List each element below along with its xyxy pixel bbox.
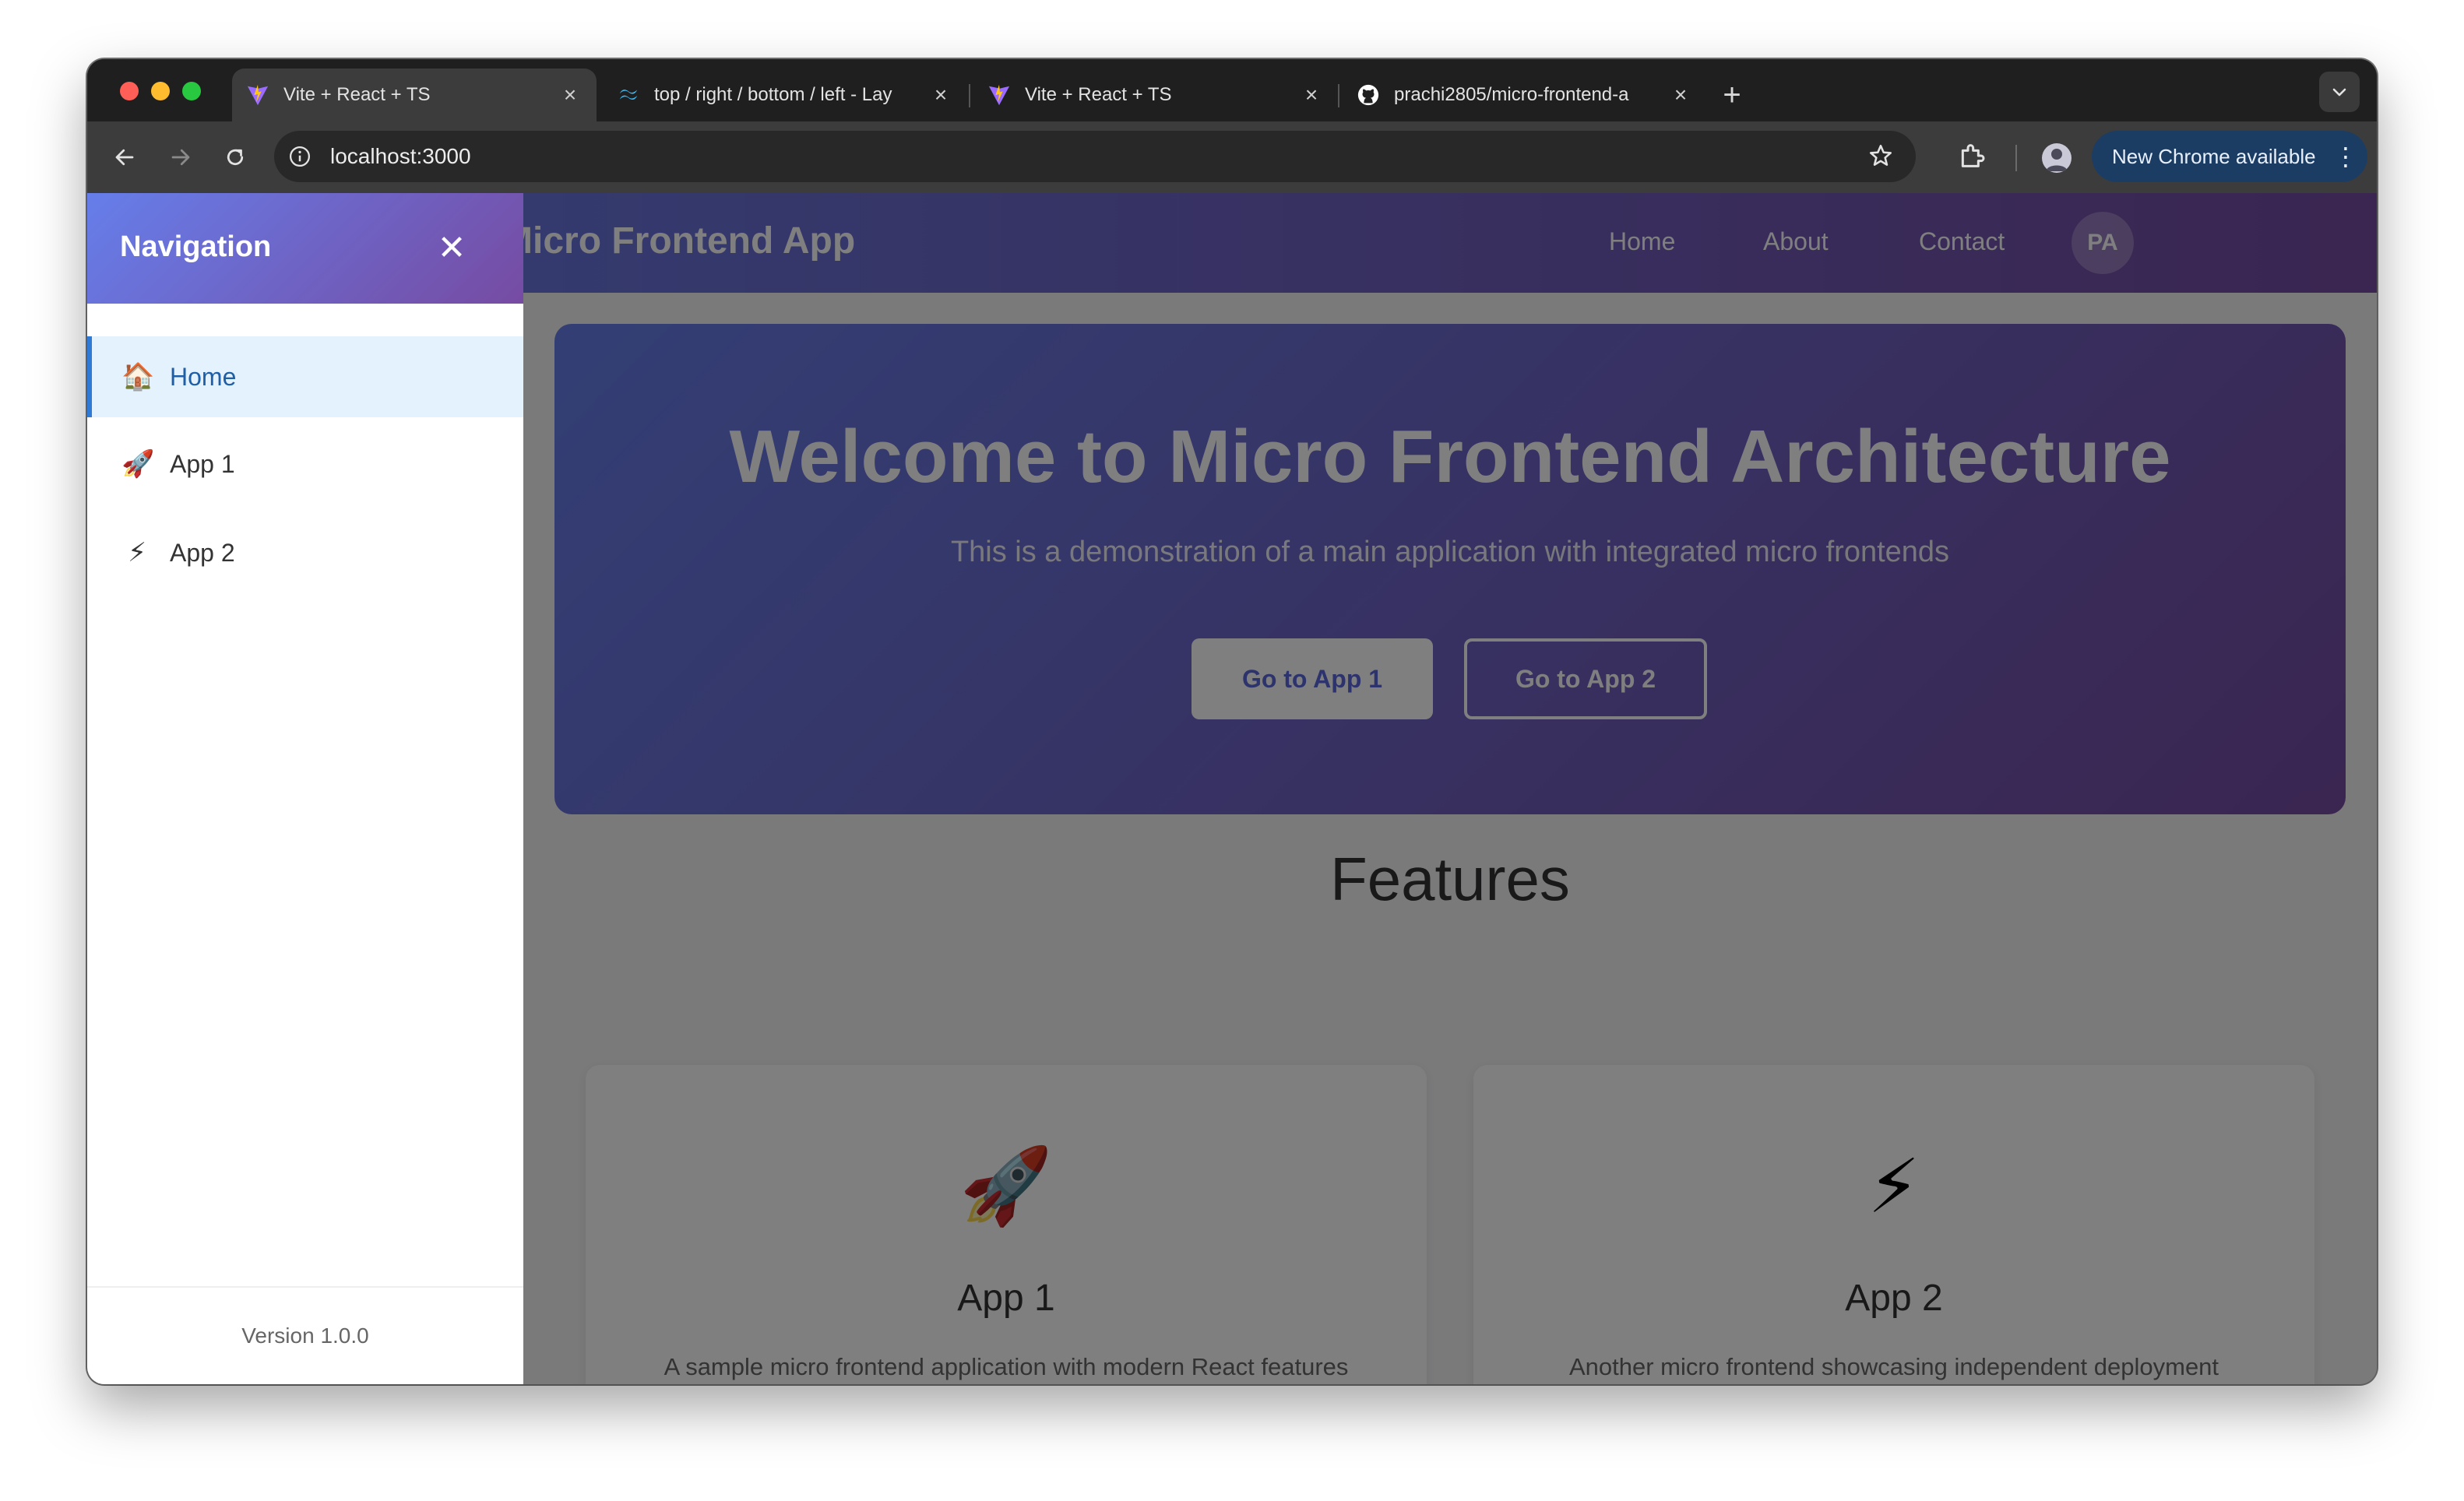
browser-toolbar: localhost:3000 New Chrome available ⋮: [87, 121, 2377, 193]
tab-close-button[interactable]: ×: [554, 83, 586, 107]
tab-close-button[interactable]: ×: [1296, 83, 1327, 107]
house-icon: 🏠: [121, 362, 155, 392]
drawer-header: Navigation ✕: [87, 193, 523, 304]
window-minimize-button[interactable]: [151, 82, 170, 100]
drawer-title: Navigation: [120, 230, 272, 263]
drawer-item-home[interactable]: 🏠 Home: [87, 336, 523, 417]
back-button[interactable]: [104, 137, 145, 178]
tab-search-button[interactable]: [2319, 72, 2360, 112]
github-icon: [1357, 83, 1380, 107]
drawer-item-label: App 1: [170, 449, 235, 478]
extensions-puzzle-icon[interactable]: [1956, 140, 1987, 175]
tab-title: Vite + React + TS: [283, 84, 431, 105]
forward-button[interactable]: [160, 137, 201, 178]
update-label: New Chrome available: [2112, 144, 2316, 168]
window-maximize-button[interactable]: [182, 82, 201, 100]
drawer-item-label: Home: [170, 362, 237, 391]
tab-title: prachi2805/micro-frontend-a: [1394, 84, 1629, 105]
tailwind-icon: [617, 83, 640, 107]
tab-vite-1[interactable]: Vite + React + TS ×: [232, 69, 597, 121]
rocket-icon: 🚀: [121, 449, 155, 479]
new-tab-button[interactable]: +: [1716, 76, 1748, 114]
profile-avatar[interactable]: [2042, 143, 2072, 173]
tab-close-button[interactable]: ×: [925, 83, 956, 107]
bookmark-star-icon[interactable]: [1867, 142, 1894, 173]
back-arrow-icon: [115, 149, 134, 166]
tab-close-button[interactable]: ×: [1665, 83, 1696, 107]
browser-window: Vite + React + TS × top / right / bottom…: [87, 59, 2377, 1384]
toolbar-divider: [2015, 145, 2017, 171]
site-info-icon[interactable]: [287, 143, 313, 170]
tab-title: Vite + React + TS: [1025, 84, 1172, 105]
navigation-drawer: Navigation ✕ 🏠 Home 🚀 App 1 ⚡ App 2 Vers…: [87, 193, 523, 1384]
tab-title: top / right / bottom / left - Lay: [654, 84, 892, 105]
vite-icon: [246, 83, 269, 107]
address-bar[interactable]: localhost:3000: [274, 131, 1916, 182]
drawer-item-label: App 2: [170, 538, 235, 567]
page-viewport: Micro Frontend App Home About Contact PA…: [87, 193, 2377, 1384]
more-menu-icon[interactable]: ⋮: [2333, 142, 2358, 171]
drawer-version: Version 1.0.0: [87, 1286, 523, 1384]
tab-tailwind[interactable]: top / right / bottom / left - Lay ×: [603, 69, 967, 121]
tab-github[interactable]: prachi2805/micro-frontend-a ×: [1343, 69, 1707, 121]
url-text: localhost:3000: [330, 144, 471, 168]
reload-icon: [227, 149, 244, 166]
new-chrome-available-button[interactable]: New Chrome available ⋮: [2092, 131, 2367, 182]
reload-button[interactable]: [215, 137, 255, 178]
window-close-button[interactable]: [120, 82, 139, 100]
drawer-item-app1[interactable]: 🚀 App 1: [87, 424, 523, 504]
vite-icon: [987, 83, 1011, 107]
tab-vite-2[interactable]: Vite + React + TS ×: [973, 69, 1338, 121]
drawer-item-app2[interactable]: ⚡ App 2: [87, 512, 523, 593]
tab-separator: [1338, 84, 1339, 107]
tab-strip: Vite + React + TS × top / right / bottom…: [87, 59, 2377, 121]
chevron-down-icon: [2332, 88, 2346, 97]
tab-separator: [969, 84, 970, 107]
drawer-close-button[interactable]: ✕: [427, 223, 477, 272]
lightning-icon: ⚡: [128, 538, 146, 568]
forward-arrow-icon: [171, 149, 190, 166]
